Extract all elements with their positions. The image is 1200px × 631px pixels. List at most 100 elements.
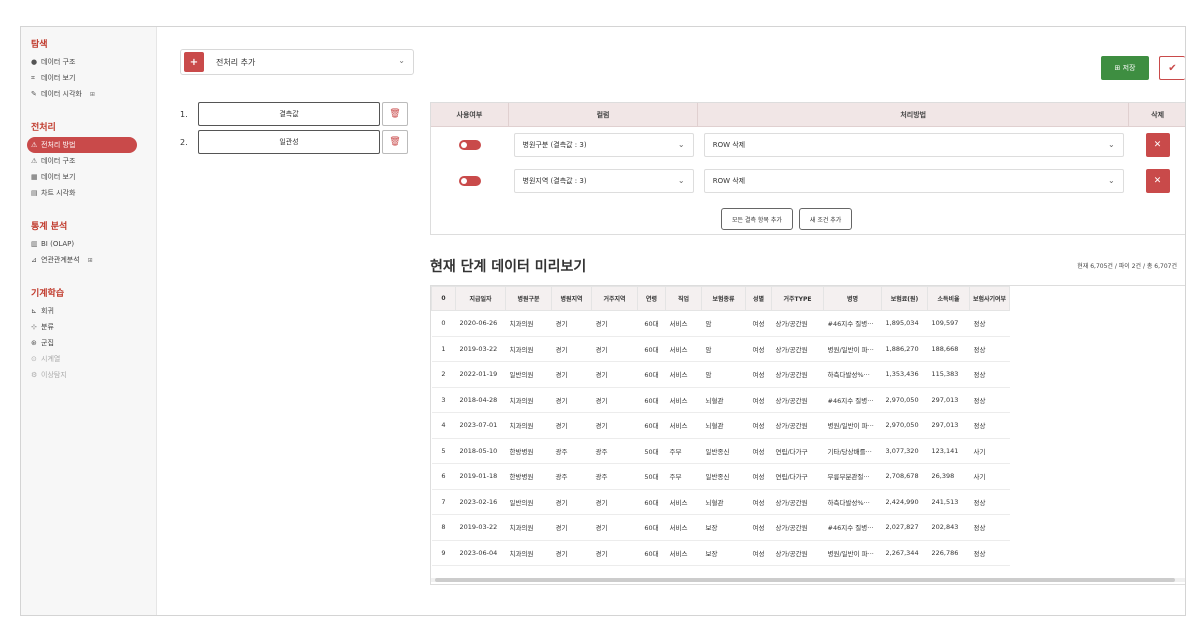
- table-cell: 병원/일반이 파···: [823, 540, 882, 566]
- table-header-cell[interactable]: 병명: [823, 286, 882, 311]
- table-header-cell[interactable]: 보험사기여부: [969, 286, 1010, 311]
- table-cell: 2023-02-16: [455, 489, 506, 515]
- table-header-cell[interactable]: 병원구분: [505, 286, 552, 311]
- table-cell: 정상: [969, 310, 1010, 337]
- sidebar-item[interactable]: ⚠ 데이터 구조: [31, 153, 156, 169]
- trash-icon[interactable]: 🗑: [382, 102, 408, 126]
- table-cell: 정상: [969, 361, 1010, 388]
- sidebar-item-label: BI (OLAP): [41, 240, 75, 248]
- table-cell: 보장: [701, 514, 746, 541]
- step-button[interactable]: 일관성: [198, 130, 380, 154]
- use-cell: [431, 140, 509, 150]
- table-cell: 여성: [745, 336, 772, 362]
- sidebar-item-icon: ⊛: [31, 339, 37, 347]
- table-header-cell[interactable]: 보험료(원): [881, 286, 928, 311]
- step-item: 1. 결측값 🗑: [180, 102, 414, 126]
- trash-icon[interactable]: 🗑: [382, 130, 408, 154]
- table-cell: 정상: [969, 387, 1010, 413]
- table-cell: 서비스: [665, 540, 702, 566]
- table-cell: 무릎부분관절···: [823, 463, 882, 490]
- table-cell: 4: [431, 412, 456, 439]
- table-cell: 일반의원: [505, 489, 552, 515]
- sidebar-item-icon: ▥: [31, 240, 38, 248]
- sidebar-item[interactable]: ▦ 데이터 보기: [31, 169, 156, 185]
- add-condition-button[interactable]: 새 조건 추가: [798, 208, 853, 230]
- table-cell: 암: [701, 336, 746, 362]
- sidebar-section-title: 통계 분석: [31, 222, 68, 232]
- sidebar-item[interactable]: ⊛ 군집: [31, 335, 156, 351]
- sidebar-item[interactable]: ✎ 데이터 시각화 ⊞: [31, 86, 156, 102]
- use-cell: [431, 176, 509, 186]
- table-header-cell[interactable]: 지급일자: [455, 286, 506, 311]
- preprocess-select[interactable]: + 전처리 추가 ⌄: [180, 49, 414, 75]
- use-toggle[interactable]: [458, 176, 481, 186]
- sidebar-item[interactable]: ▤ 차트 시각화: [31, 185, 156, 201]
- table-row: 8 2019-03-22 치과의원 경기 경기 60대 서비스 보장 여성 상가/공간원 #46지수…: [431, 514, 1010, 541]
- table-cell: 226,786: [927, 540, 970, 566]
- horizontal-scrollbar[interactable]: [431, 578, 1185, 582]
- table-row: 7 2023-02-16 일반의원 경기 경기 60대 서비스 뇌혈관 여성 상가/공간원 하측다발…: [431, 489, 1010, 515]
- table-cell: 60대: [637, 387, 666, 413]
- table-header-cell[interactable]: 직업: [665, 286, 702, 311]
- table-cell: 60대: [637, 489, 666, 515]
- popup-icon[interactable]: ⊞: [88, 257, 93, 264]
- add-preprocess-button[interactable]: +: [184, 52, 204, 72]
- sidebar-item-label: 데이터 시각화: [41, 90, 82, 98]
- sidebar-item[interactable]: ⊿ 연관관계분석 ⊞: [31, 252, 156, 268]
- sidebar-item-icon: ⚙: [31, 371, 38, 379]
- sidebar-item[interactable]: ⊾ 회귀: [31, 303, 156, 319]
- table-cell: #46지수 질병···: [823, 310, 882, 337]
- column-select[interactable]: 병원지역 (결측값 : 3) ⌄: [513, 169, 694, 193]
- table-cell: 109,597: [927, 310, 970, 337]
- table-cell: 연립/다가구: [771, 438, 824, 464]
- table-cell: 광주: [591, 438, 638, 464]
- table-cell: 5: [431, 438, 456, 464]
- sidebar-item-label: 회귀: [41, 307, 54, 315]
- table-header-cell[interactable]: 연령: [637, 286, 666, 311]
- sidebar-item[interactable]: ⚙ 이상탐지: [31, 367, 156, 383]
- table-cell: 1: [431, 336, 456, 362]
- table-header-cell[interactable]: 성별: [745, 286, 772, 311]
- sidebar-item-icon: ✎: [31, 90, 37, 98]
- condition-panel: 사용여부 컬럼 처리방법 삭제 병원구분 (결측값 : 3) ⌄ ROW 삭제 ⌄ ✕ 병…: [430, 102, 1185, 235]
- sidebar-item-icon: ▦: [31, 173, 38, 181]
- save-button[interactable]: ⊞ 저장: [1101, 56, 1149, 80]
- table-cell: 2019-03-22: [455, 514, 506, 541]
- table-cell: 상가/공간원: [771, 514, 824, 541]
- table-cell: 치과의원: [505, 336, 552, 362]
- condition-header: 사용여부 컬럼 처리방법 삭제: [431, 103, 1185, 127]
- step-button[interactable]: 결측값: [198, 102, 380, 126]
- sidebar-item-icon: ●: [31, 58, 38, 66]
- check-button[interactable]: ✔: [1159, 56, 1185, 80]
- sidebar-item[interactable]: ● 데이터 구조: [31, 54, 156, 70]
- sidebar-item-label: 분류: [41, 323, 54, 331]
- table-cell: 하측다발성%···: [823, 361, 882, 388]
- table-cell: 주부: [665, 438, 702, 464]
- method-select[interactable]: ROW 삭제 ⌄: [703, 133, 1124, 157]
- sidebar-item[interactable]: ⊹ 분류: [31, 319, 156, 335]
- add-all-missing-button[interactable]: 모든 결측 항목 추가: [721, 208, 793, 230]
- use-toggle[interactable]: [458, 140, 481, 150]
- table-header-cell[interactable]: 병원지역: [551, 286, 592, 311]
- delete-row-button[interactable]: ✕: [1145, 169, 1170, 193]
- preprocess-select-label: 전처리 추가: [216, 57, 256, 67]
- table-cell: 2,267,344: [881, 540, 928, 566]
- method-select[interactable]: ROW 삭제 ⌄: [703, 169, 1124, 193]
- table-header-cell[interactable]: 거주지역: [591, 286, 638, 311]
- column-select[interactable]: 병원구분 (결측값 : 3) ⌄: [513, 133, 694, 157]
- table-cell: 서비스: [665, 489, 702, 515]
- sidebar-item[interactable]: ⌗ 데이터 보기: [31, 70, 156, 86]
- sidebar-item[interactable]: ▥ BI (OLAP): [31, 236, 156, 252]
- table-cell: 연립/다가구: [771, 463, 824, 490]
- table-cell: 상가/공간원: [771, 387, 824, 413]
- popup-icon[interactable]: ⊞: [90, 91, 95, 98]
- delete-row-button[interactable]: ✕: [1145, 133, 1170, 157]
- table-cell: 정상: [969, 489, 1010, 515]
- table-cell: 2018-04-28: [455, 387, 506, 413]
- sidebar-item[interactable]: ⊙ 시계열: [31, 351, 156, 367]
- sidebar-item[interactable]: ⚠ 전처리 방법: [27, 137, 137, 153]
- table-header-cell[interactable]: 0: [431, 286, 456, 311]
- table-header-cell[interactable]: 거주TYPE: [771, 286, 824, 311]
- table-header-cell[interactable]: 소득비율: [927, 286, 970, 311]
- table-header-cell[interactable]: 보험종류: [701, 286, 746, 311]
